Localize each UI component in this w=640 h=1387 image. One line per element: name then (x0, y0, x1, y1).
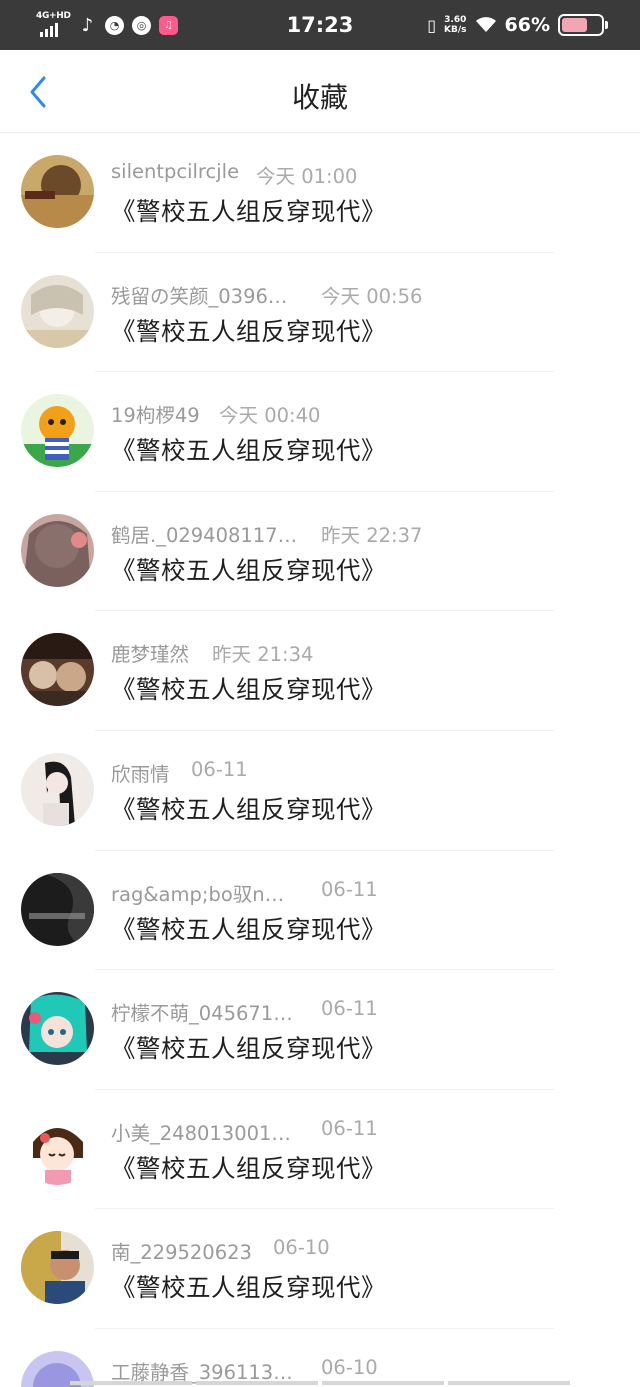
battery-fill (562, 18, 587, 32)
avatar-image (21, 872, 94, 946)
avatar[interactable] (21, 394, 94, 468)
book-title[interactable]: 《警校五人组反穿现代》 (111, 911, 386, 946)
username[interactable]: 鹿梦瑾然 (111, 638, 189, 667)
username[interactable]: 欣雨情 (111, 758, 170, 787)
header: 收藏 (0, 50, 640, 133)
book-title[interactable]: 《警校五人组反穿现代》 (111, 791, 386, 826)
timestamp: 06-10 (321, 1355, 378, 1379)
avatar[interactable] (21, 155, 94, 228)
avatar[interactable] (21, 872, 94, 946)
avatar[interactable] (21, 633, 94, 707)
book-title[interactable]: 《警校五人组反穿现代》 (111, 1150, 386, 1185)
book-title[interactable]: 《警校五人组反穿现代》 (111, 1269, 386, 1304)
list-item[interactable]: 19枸椤49 今天 00:40 《警校五人组反穿现代》 (0, 372, 640, 492)
list-item[interactable]: silentpcilrcjle 今天 01:00 《警校五人组反穿现代》 (0, 133, 640, 253)
username[interactable]: rag&amp;bo驭n… (111, 878, 284, 907)
page-title: 收藏 (291, 81, 348, 114)
avatar-image (21, 155, 94, 228)
battery-icon (558, 14, 608, 36)
vibrate-icon: ▯ (427, 15, 437, 35)
list-item[interactable]: 南_229520623 06-10 《警校五人组反穿现代》 (0, 1209, 640, 1329)
list-item[interactable]: 残留の笑颜_0396… 今天 00:56 《警校五人组反穿现代》 (0, 253, 640, 373)
avatar[interactable] (21, 274, 94, 348)
book-title[interactable]: 《警校五人组反穿现代》 (111, 313, 386, 348)
list-item[interactable]: rag&amp;bo驭n… 06-11 《警校五人组反穿现代》 (0, 851, 640, 971)
list-item[interactable]: 鹤居._029408117… 昨天 22:37 《警校五人组反穿现代》 (0, 492, 640, 612)
book-title[interactable]: 《警校五人组反穿现代》 (111, 671, 386, 706)
timestamp: 今天 00:56 (321, 284, 423, 308)
avatar-image (21, 992, 94, 1066)
avatar-image (21, 513, 94, 587)
book-title[interactable]: 《警校五人组反穿现代》 (111, 193, 386, 228)
bottom-indicator (70, 1381, 570, 1385)
list-item[interactable]: 鹿梦瑾然 昨天 21:34 《警校五人组反穿现代》 (0, 611, 640, 731)
avatar-image (21, 274, 94, 348)
speed-unit: KB/s (444, 25, 467, 35)
avatar[interactable] (21, 513, 94, 587)
timestamp: 06-11 (191, 757, 248, 781)
book-title[interactable]: 《警校五人组反穿现代》 (111, 432, 386, 467)
username[interactable]: 19枸椤49 (111, 399, 200, 428)
avatar-image (21, 1231, 94, 1305)
avatar-image (21, 394, 94, 468)
avatar[interactable] (21, 992, 94, 1066)
avatar-image (21, 1111, 94, 1185)
username[interactable]: 南_229520623 (111, 1236, 252, 1265)
list-item[interactable]: 工藤静香_396113… 06-10 (0, 1329, 640, 1387)
avatar-image (21, 633, 94, 707)
timestamp: 今天 01:00 (256, 165, 358, 188)
timestamp: 昨天 22:37 (321, 523, 423, 547)
username[interactable]: 小美_248013001… (111, 1117, 291, 1146)
timestamp: 昨天 21:34 (212, 643, 314, 667)
book-title[interactable]: 《警校五人组反穿现代》 (111, 552, 386, 587)
avatar[interactable] (21, 752, 94, 826)
battery-percent: 66% (504, 14, 550, 36)
timestamp: 06-11 (321, 877, 378, 901)
list-item[interactable]: 小美_248013001… 06-11 《警校五人组反穿现代》 (0, 1090, 640, 1210)
avatar[interactable] (21, 1111, 94, 1185)
status-bar: 4G+HD ♪ ◔ ◎ ♫ 17:23 ▯ 3.60 KB/s 66% (0, 0, 640, 50)
favorites-list: silentpcilrcjle 今天 01:00 《警校五人组反穿现代》 残留の笑颜_… (0, 133, 640, 1387)
speed-value: 3.60 (444, 15, 467, 25)
book-title[interactable]: 《警校五人组反穿现代》 (111, 1030, 386, 1065)
avatar-image (21, 752, 94, 826)
username[interactable]: 柠檬不萌_045671… (111, 997, 293, 1026)
network-speed: 3.60 KB/s (444, 15, 466, 35)
username[interactable]: 鹤居._029408117… (111, 519, 297, 548)
status-right: ▯ 3.60 KB/s 66% (427, 11, 608, 39)
avatar[interactable] (21, 1231, 94, 1305)
timestamp: 06-11 (321, 997, 378, 1021)
wifi-icon (475, 17, 496, 32)
username[interactable]: 残留の笑颜_0396… (111, 280, 287, 309)
timestamp: 06-11 (321, 1116, 378, 1140)
username[interactable]: silentpcilrcjle (111, 160, 239, 183)
list-item[interactable]: 欣雨情 06-11 《警校五人组反穿现代》 (0, 731, 640, 851)
list-item[interactable]: 柠檬不萌_045671… 06-11 《警校五人组反穿现代》 (0, 970, 640, 1090)
timestamp: 今天 00:40 (219, 404, 321, 428)
timestamp: 06-10 (273, 1236, 330, 1260)
